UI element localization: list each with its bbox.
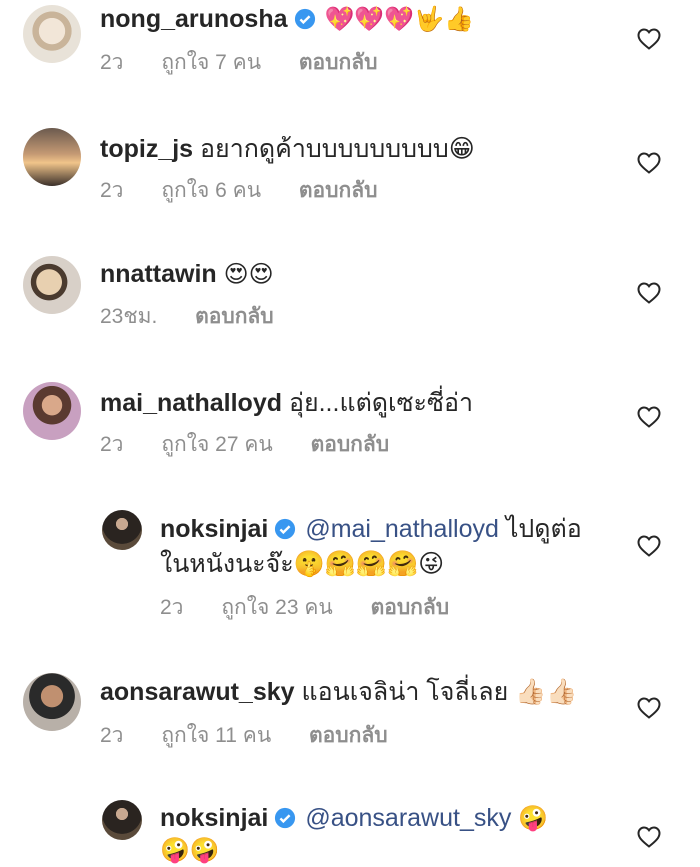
reply-button[interactable]: ตอบกลับ: [371, 596, 450, 619]
comment-text: อุ่ย...แต่ดูเซะซี่อ่า: [288, 389, 473, 417]
comment-time: 2ว: [100, 51, 124, 74]
comment-likes[interactable]: ถูกใจ 7 คน: [161, 51, 261, 74]
reply-button[interactable]: ตอบกลับ: [309, 724, 388, 747]
comment-likes[interactable]: ถูกใจ 27 คน: [161, 433, 272, 456]
comment-username[interactable]: nong_arunosha: [100, 5, 288, 33]
avatar[interactable]: [23, 5, 81, 63]
avatar[interactable]: [23, 128, 81, 186]
verified-badge-icon: [275, 807, 296, 829]
comment-likes[interactable]: ถูกใจ 6 คน: [161, 179, 261, 202]
like-heart-icon[interactable]: [637, 535, 661, 557]
comment-username[interactable]: aonsarawut_sky: [100, 678, 295, 706]
like-heart-icon[interactable]: [637, 282, 661, 304]
like-heart-icon[interactable]: [637, 406, 661, 428]
comment-text: ไปดูต่อ: [505, 515, 582, 543]
comment-text: แอนเจลิน่า โจลี่เลย 👍🏻👍🏻: [301, 678, 578, 706]
reply-button[interactable]: ตอบกลับ: [299, 179, 378, 202]
avatar[interactable]: [23, 256, 81, 314]
reply-button[interactable]: ตอบกลับ: [299, 51, 378, 74]
comment-time: 2ว: [160, 596, 184, 619]
comment-time: 2ว: [100, 179, 124, 202]
mention-link[interactable]: @aonsarawut_sky: [305, 804, 511, 832]
comment-username[interactable]: noksinjai: [160, 804, 268, 832]
verified-badge-icon: [275, 518, 296, 540]
avatar[interactable]: [23, 382, 81, 440]
comment-text-continued: 🤪🤪: [160, 837, 220, 864]
comment-username[interactable]: mai_nathalloyd: [100, 389, 282, 417]
avatar[interactable]: [102, 800, 142, 840]
reply-button[interactable]: ตอบกลับ: [195, 305, 274, 328]
comment-likes[interactable]: ถูกใจ 23 คน: [221, 596, 332, 619]
comment-time: 2ว: [100, 433, 124, 456]
reply-button[interactable]: ตอบกลับ: [311, 433, 390, 456]
comment-text-continued: ในหนังนะจ๊ะ🤫🤗🤗🤗😜: [160, 550, 445, 578]
comment-text: อยากดูค้าบบบบบบบบบ😁: [200, 135, 475, 163]
comment-username[interactable]: topiz_js: [100, 135, 193, 163]
comment-text: 💖💖💖🤟👍: [324, 6, 474, 33]
comment-text: 😍😍: [223, 261, 274, 288]
like-heart-icon[interactable]: [637, 826, 661, 848]
like-heart-icon[interactable]: [637, 28, 661, 50]
verified-badge-icon: [294, 8, 315, 30]
avatar[interactable]: [23, 673, 81, 731]
avatar[interactable]: [102, 510, 142, 550]
mention-link[interactable]: @mai_nathalloyd: [305, 515, 499, 543]
comment-likes[interactable]: ถูกใจ 11 คน: [161, 724, 271, 747]
like-heart-icon[interactable]: [637, 152, 661, 174]
comment-username[interactable]: noksinjai: [160, 515, 268, 543]
comment-username[interactable]: nnattawin: [100, 260, 217, 288]
comment-time: 23ชม.: [100, 305, 158, 328]
comment-text: 🤪: [518, 805, 549, 832]
comment-time: 2ว: [100, 724, 124, 747]
like-heart-icon[interactable]: [637, 697, 661, 719]
